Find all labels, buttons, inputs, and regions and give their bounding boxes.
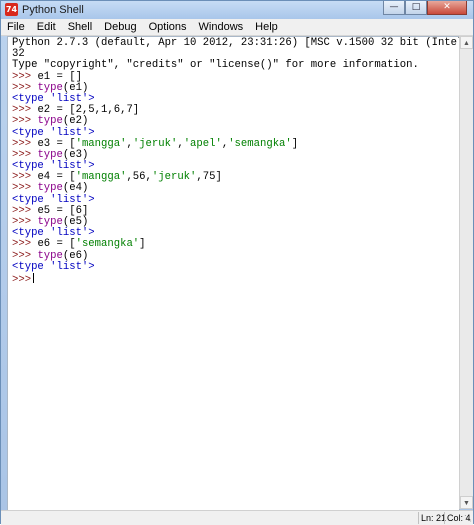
title-bar[interactable]: 74 Python Shell — □ ✕ [1,1,473,19]
shell-text: e3 = [ [37,137,76,150]
window-controls: — □ ✕ [383,1,467,16]
menu-options[interactable]: Options [143,19,193,35]
shell-kw-text: type [37,182,63,195]
shell-prompt-text: >>> [12,104,38,117]
shell-str-text: 'jeruk' [132,137,178,150]
close-button[interactable]: ✕ [427,1,467,15]
maximize-button[interactable]: □ [405,1,427,15]
shell-kw-text: type [37,148,63,161]
shell-line: Python 2.7.3 (default, Apr 10 2012, 23:3… [12,37,459,49]
menu-debug[interactable]: Debug [98,19,142,35]
shell-text: ] [139,238,146,251]
shell-out-text: <type 'list'> [12,227,95,240]
shell-text: 32 [12,48,25,61]
resize-grip-icon[interactable]: ⋱ [462,514,472,524]
shell-text: (e1) [62,81,89,94]
shell-text: Python 2.7.3 (default, Apr 10 2012, 23:3… [12,37,459,49]
shell-kw-text: type [37,216,63,228]
shell-prompt-text: >>> [12,148,38,161]
menu-edit[interactable]: Edit [31,19,62,35]
shell-text: (e5) [62,216,89,228]
shell-text: ,56, [126,171,152,184]
shell-text: e6 = [ [37,238,76,251]
shell-prompt-text: >>> [12,238,38,251]
shell-str-text: 'semangka' [228,137,292,150]
shell-out-text: <type 'list'> [12,193,95,206]
python-shell-window: 74 Python Shell — □ ✕ File Edit Shell De… [0,0,474,525]
shell-text: e2 = [2,5,1,6,7] [37,104,140,117]
shell-text: e1 = [] [37,70,82,83]
menu-shell[interactable]: Shell [62,19,98,35]
shell-prompt-text: >>> [12,171,38,184]
shell-kw-text: type [37,81,63,94]
menu-file[interactable]: File [1,19,31,35]
shell-out-text: <type 'list'> [12,126,95,139]
shell-text: ] [291,137,299,150]
shell-text: Type "copyright", "credits" or "license(… [12,59,419,72]
python-idle-icon: 74 [5,3,18,16]
shell-kw-text: type [37,115,63,128]
shell-text-area[interactable]: Python 2.7.3 (default, Apr 10 2012, 23:3… [7,36,460,511]
status-bar: Ln: 21 Col: 4 ⋱ [1,510,473,525]
shell-prompt-text: >>> [12,115,38,128]
shell-kw-text: type [37,249,63,262]
shell-prompt-text: >>> [12,81,38,94]
shell-prompt: >>> [12,273,32,286]
shell-prompt-text: >>> [12,204,38,217]
shell-prompt-text: >>> [12,249,38,262]
vertical-scrollbar[interactable]: ▲ ▼ [459,36,473,509]
shell-text: e5 = [6] [37,204,89,217]
shell-str-text: 'mangga' [75,137,127,150]
shell-line: <type 'list'> [12,260,459,273]
shell-out-text: <type 'list'> [12,260,95,273]
scroll-down-icon[interactable]: ▼ [460,496,473,509]
shell-out-text: <type 'list'> [12,92,95,105]
shell-text: (e6) [62,249,89,262]
shell-str-text: 'mangga' [75,171,127,184]
shell-prompt-text: >>> [12,137,38,150]
shell-str-text: 'apel' [183,137,222,150]
scroll-up-icon[interactable]: ▲ [460,36,473,49]
shell-prompt-text: >>> [12,70,38,83]
menu-windows[interactable]: Windows [193,19,250,35]
menu-bar: File Edit Shell Debug Options Windows He… [1,19,473,36]
window-title: Python Shell [22,4,84,16]
shell-text: (e2) [62,115,89,128]
shell-text: ,75] [196,171,222,184]
shell-text: (e3) [62,148,89,161]
shell-str-text: 'jeruk' [151,171,197,184]
menu-help[interactable]: Help [249,19,284,35]
shell-prompt-text: >>> [12,182,38,195]
shell-text: e4 = [ [37,171,76,184]
shell-str-text: 'semangka' [75,238,140,251]
shell-output: Python 2.7.3 (default, Apr 10 2012, 23:3… [8,37,459,286]
shell-input-line[interactable]: >>> [12,272,459,286]
shell-out-text: <type 'list'> [12,160,95,173]
shell-text: (e4) [62,182,89,195]
minimize-button[interactable]: — [383,1,405,15]
text-cursor [33,272,35,283]
shell-prompt-text: >>> [12,216,38,228]
